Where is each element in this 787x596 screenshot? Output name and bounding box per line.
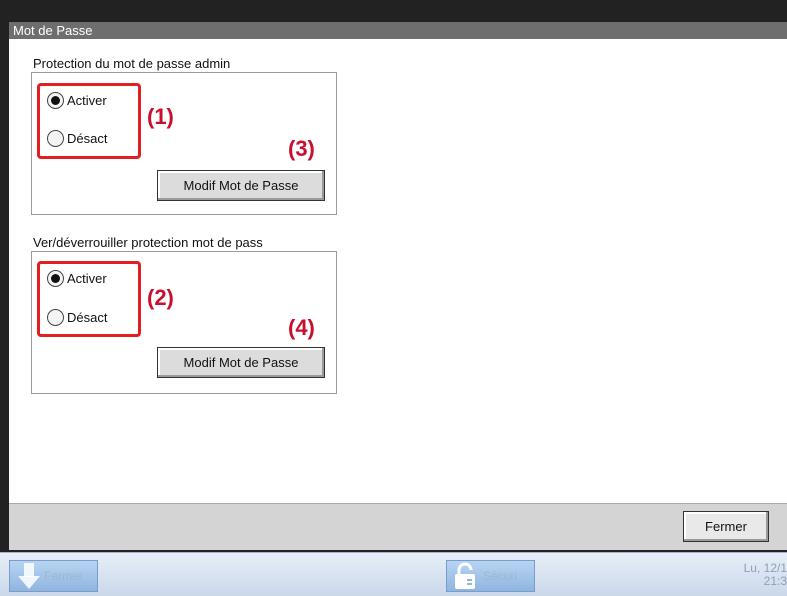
radio-label: Activer (67, 271, 107, 286)
radio-button-icon[interactable] (47, 309, 64, 326)
radio-button-icon[interactable] (47, 130, 64, 147)
window-footer (9, 503, 787, 550)
down-arrow-icon (18, 563, 40, 589)
close-button[interactable]: Fermer (683, 511, 769, 542)
group-lock-title: Ver/déverrouiller protection mot de pass (33, 235, 263, 250)
change-lock-password-button[interactable]: Modif Mot de Passe (157, 347, 325, 378)
taskbar-security-button[interactable]: Sécuri (446, 560, 535, 592)
window-title: Mot de Passe (9, 22, 787, 39)
group-admin-title: Protection du mot de passe admin (33, 56, 231, 71)
annotation-label: (2) (147, 285, 174, 310)
taskbar-time: 21:3 (763, 574, 787, 588)
change-admin-password-button[interactable]: Modif Mot de Passe (157, 170, 325, 201)
radio-lock-desact[interactable]: Désact (47, 309, 107, 326)
radio-admin-activer[interactable]: Activer (47, 92, 107, 109)
annotation-label: (4) (288, 315, 315, 340)
radio-admin-desact[interactable]: Désact (47, 130, 107, 147)
annotation-label: (3) (288, 136, 315, 161)
radio-lock-activer[interactable]: Activer (47, 270, 107, 287)
radio-label: Activer (67, 93, 107, 108)
radio-label: Désact (67, 310, 108, 325)
annotation-label: (1) (147, 104, 174, 129)
taskbar-close-label: Fermer (44, 569, 83, 583)
taskbar-security-label: Sécuri (483, 569, 518, 583)
radio-button-icon[interactable] (47, 270, 64, 287)
radio-button-icon[interactable] (47, 92, 64, 109)
taskbar (0, 552, 787, 596)
radio-label: Désact (67, 131, 108, 146)
taskbar-datetime: Lu, 12/1 21:3 (727, 562, 787, 588)
taskbar-close-button[interactable]: Fermer (9, 560, 98, 592)
lock-icon (453, 562, 477, 590)
